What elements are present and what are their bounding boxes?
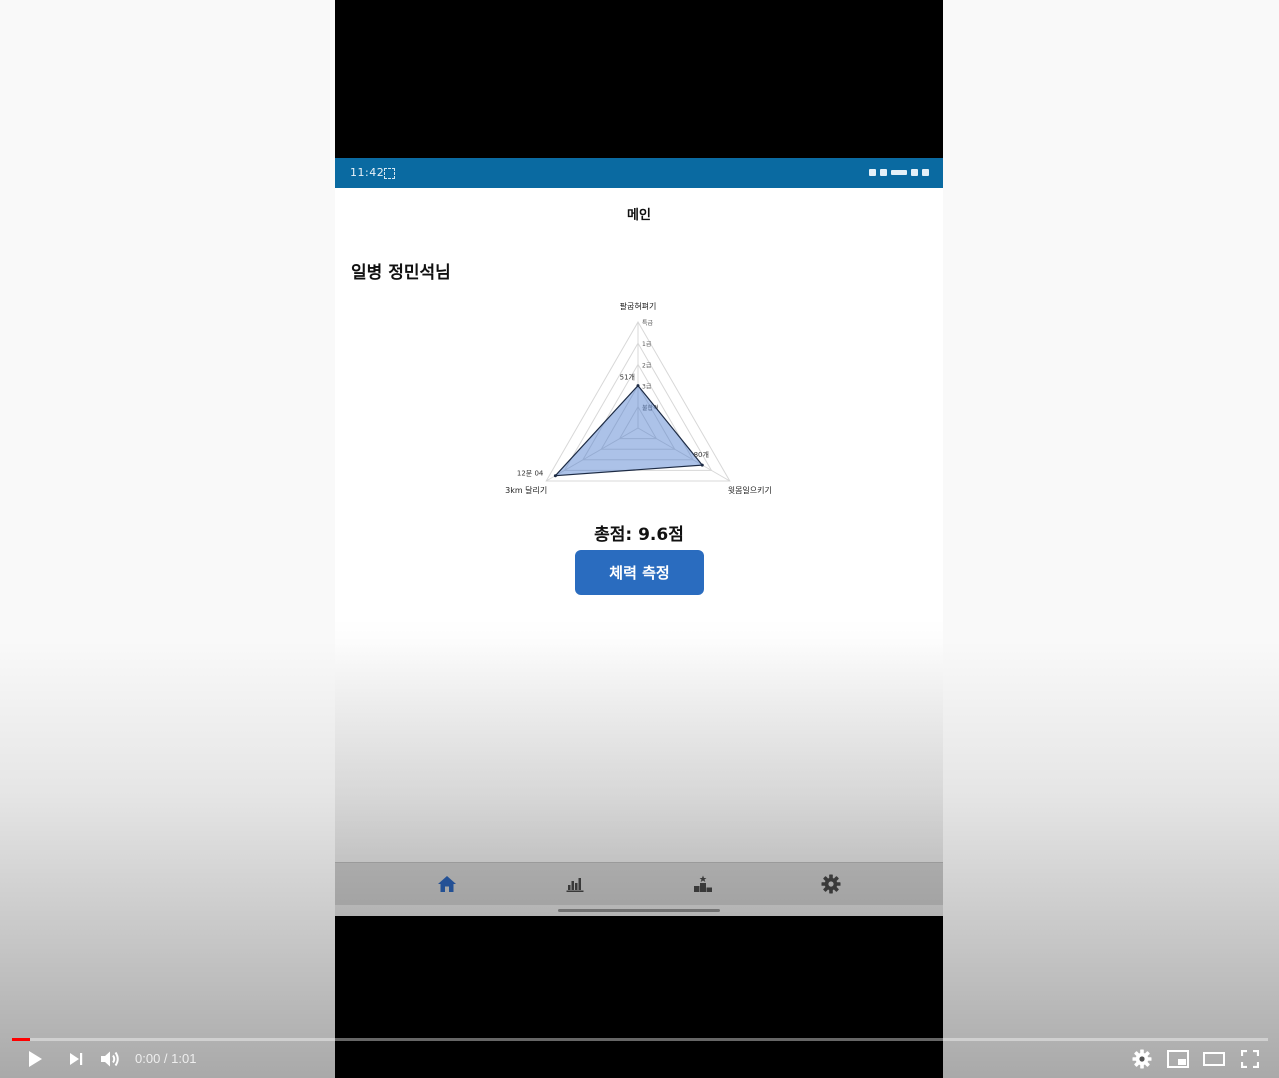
gear-icon [821, 874, 841, 894]
progress-bar[interactable] [12, 1038, 1268, 1041]
settings-gear-icon [1132, 1049, 1152, 1069]
radar-axis-label: 3km 달리기 [505, 486, 547, 495]
play-icon [29, 1051, 42, 1067]
radar-grade-label: 1급 [642, 341, 652, 348]
next-icon [70, 1053, 83, 1065]
home-indicator [558, 909, 720, 912]
total-score: 총점: 9.6점 [594, 525, 684, 545]
radar-grade-label: 3급 [642, 384, 652, 391]
battery-icon [922, 169, 929, 176]
radar-value-label: 12분 04 [517, 470, 544, 478]
bar-chart-icon [566, 878, 584, 892]
nav-settings[interactable] [819, 872, 843, 896]
time-display: 0:00 / 1:01 [135, 1051, 197, 1066]
home-icon [438, 876, 456, 892]
radar-grade-label: 2급 [642, 362, 652, 369]
progress-played [12, 1038, 30, 1041]
page-title: 메인 [627, 208, 651, 223]
radar-value-label: 51개 [620, 373, 635, 382]
play-button[interactable] [22, 1046, 48, 1072]
signal-icon [911, 169, 918, 176]
screenshot-icon [384, 168, 395, 179]
radar-value-label: 80개 [694, 450, 709, 459]
theater-mode-button[interactable] [1201, 1046, 1227, 1072]
radar-axis-label: 팔굽혀펴기 [620, 301, 657, 311]
fitness-measure-button[interactable]: 체력 측정 [575, 550, 704, 595]
alarm-icon [869, 169, 876, 176]
lte-icon [891, 170, 907, 175]
radar-data-point [553, 474, 557, 478]
settings-button[interactable] [1129, 1046, 1155, 1072]
app-screen: 메인 일병 정민석님 특급1급2급3급불합격51개80개12분 04팔굽혀펴기윗… [335, 188, 943, 916]
nav-stats[interactable] [563, 872, 587, 896]
nav-home[interactable] [435, 872, 459, 896]
radar-axis-label: 윗몸일으키기 [728, 486, 772, 495]
phone-status-bar: 11:42 [335, 158, 943, 188]
volume-button[interactable] [98, 1046, 124, 1072]
miniplayer-button[interactable] [1165, 1046, 1191, 1072]
radar-data-point [700, 463, 704, 467]
fullscreen-icon [1241, 1050, 1259, 1068]
phone-screen-video: 11:42 메인 일병 정민석님 특급1급2급3급불합격51개80개12분 04… [335, 0, 943, 1078]
radar-chart: 특급1급2급3급불합격51개80개12분 04팔굽혀펴기윗몸일으키기3km 달리… [505, 301, 772, 495]
status-icons [869, 169, 929, 176]
radar-series-area [553, 384, 704, 477]
bottom-nav [335, 862, 943, 905]
next-button[interactable] [63, 1046, 89, 1072]
radar-data-point [636, 384, 640, 388]
fullscreen-button[interactable] [1237, 1046, 1263, 1072]
ranking-icon [694, 875, 712, 892]
volume-icon [101, 1051, 119, 1067]
user-name: 일병 정민석님 [351, 263, 451, 283]
status-time: 11:42 [350, 166, 385, 179]
theater-icon [1203, 1052, 1225, 1066]
radar-grade-label: 특급 [642, 320, 654, 327]
bluetooth-icon [880, 169, 887, 176]
video-player[interactable]: 11:42 메인 일병 정민석님 특급1급2급3급불합격51개80개12분 04… [0, 0, 1279, 1078]
miniplayer-icon [1167, 1050, 1189, 1068]
nav-ranking[interactable] [691, 872, 715, 896]
